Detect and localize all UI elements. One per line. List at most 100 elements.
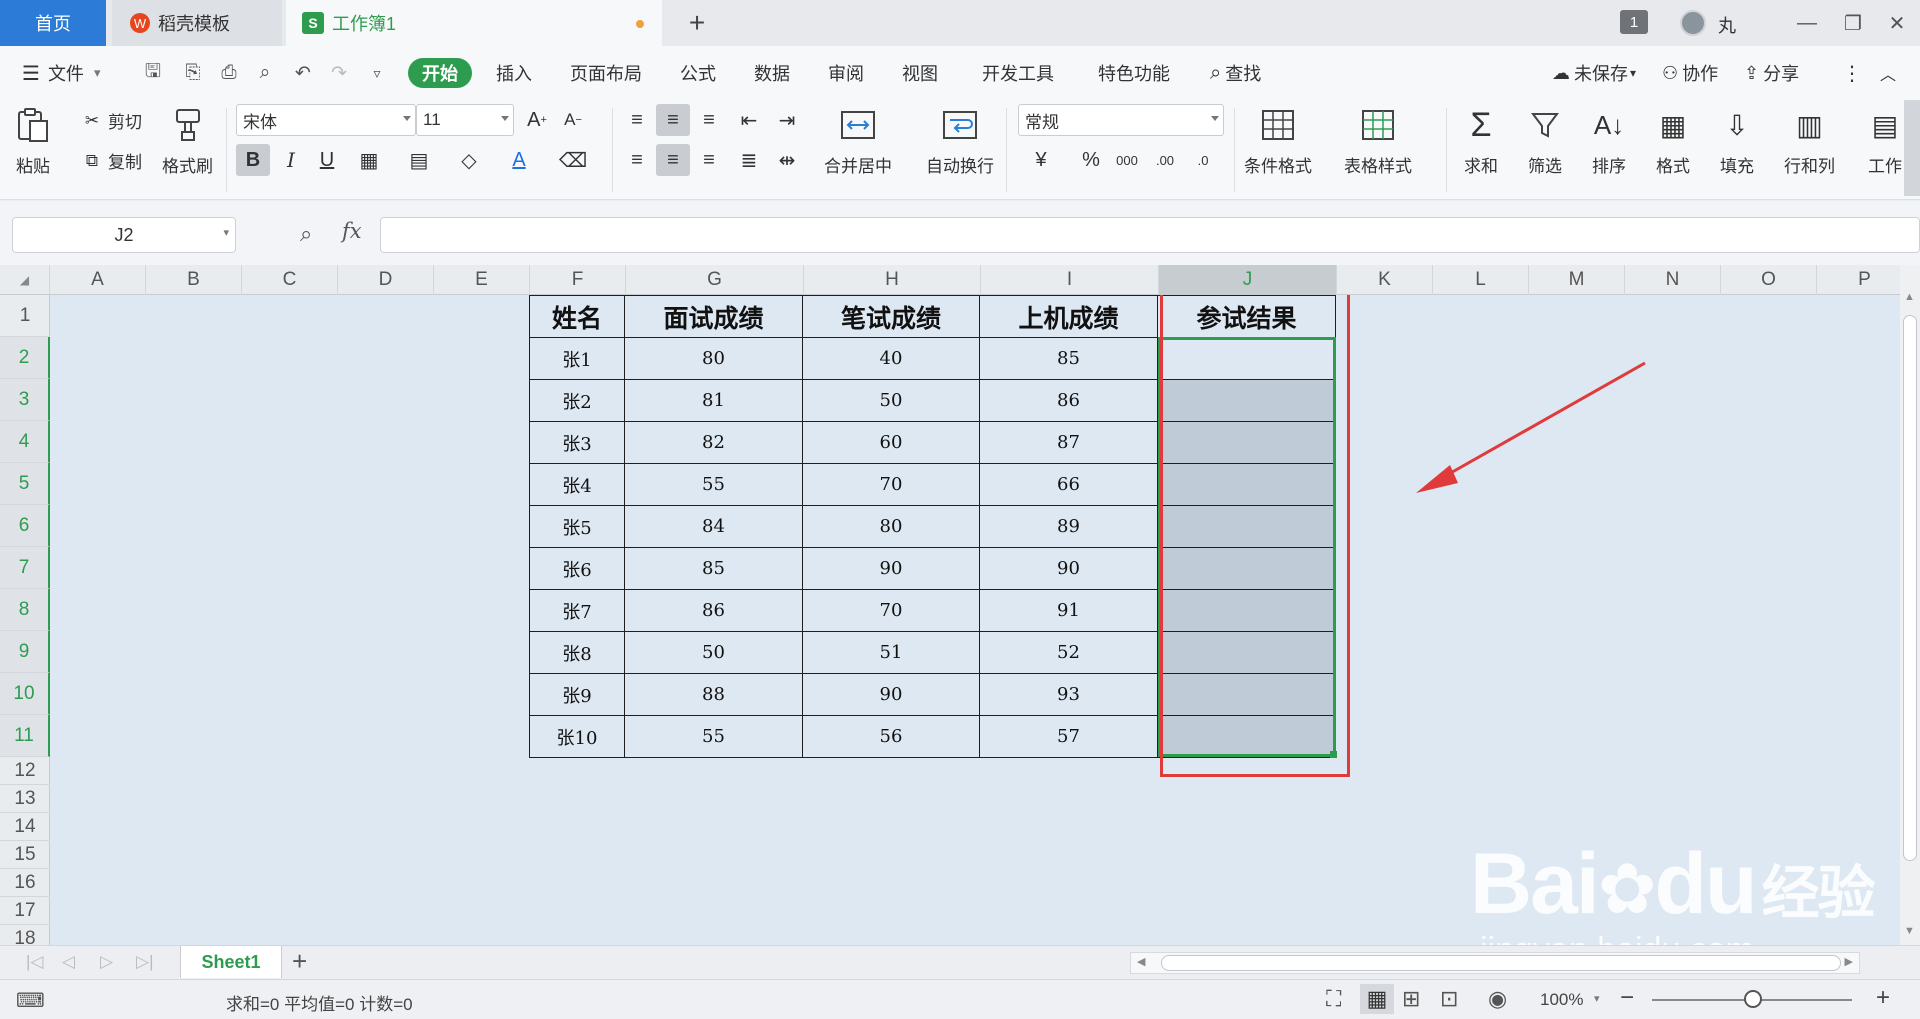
add-sheet-button[interactable]: +	[292, 946, 307, 977]
column-header-a[interactable]: A	[50, 265, 146, 295]
table-cell[interactable]: 60	[802, 421, 980, 464]
undo-icon[interactable]: ↶	[290, 60, 316, 86]
page-break-view-icon[interactable]: ⊞	[1402, 986, 1420, 1012]
font-color-icon[interactable]: A	[502, 144, 536, 176]
column-header-l[interactable]: L	[1433, 265, 1529, 295]
table-cell[interactable]: 张4	[529, 463, 625, 506]
column-header-g[interactable]: G	[626, 265, 804, 295]
align-bottom-icon[interactable]: ≡	[692, 104, 726, 136]
share-button[interactable]: ⇪ 分享	[1744, 58, 1799, 88]
export-icon[interactable]: ⎘	[180, 60, 206, 86]
ribbon-scrollbar[interactable]	[1904, 100, 1920, 196]
row-header-2[interactable]: 2	[0, 337, 50, 379]
table-cell[interactable]: 57	[979, 715, 1158, 758]
menu-developer[interactable]: 开发工具	[982, 58, 1054, 88]
row-header-15[interactable]: 15	[0, 841, 50, 869]
table-cell[interactable]: 张8	[529, 631, 625, 674]
table-cell[interactable]: 张10	[529, 715, 625, 758]
table-cell[interactable]: 87	[979, 421, 1158, 464]
minimize-icon[interactable]: —	[1790, 8, 1824, 38]
eye-protect-icon[interactable]: ◉	[1488, 986, 1507, 1012]
conditional-format-button[interactable]: 条件格式	[1244, 106, 1312, 177]
scroll-thumb[interactable]	[1903, 315, 1917, 861]
table-cell[interactable]: 80	[624, 337, 803, 380]
row-header-3[interactable]: 3	[0, 379, 50, 421]
underline-button[interactable]: U	[310, 144, 344, 176]
name-box[interactable]: J2 ▾	[12, 217, 236, 253]
align-left-icon[interactable]: ≡	[620, 144, 654, 176]
table-cell[interactable]: 91	[979, 589, 1158, 632]
customize-icon[interactable]: ▿	[364, 60, 390, 86]
row-header-14[interactable]: 14	[0, 813, 50, 841]
last-sheet-icon[interactable]: ▷|	[136, 952, 154, 972]
tab-count-badge[interactable]: 1	[1620, 10, 1648, 34]
tab-docer[interactable]: W 稻壳模板	[112, 0, 282, 46]
menu-special[interactable]: 特色功能	[1098, 58, 1170, 88]
row-header-16[interactable]: 16	[0, 869, 50, 897]
fill-button[interactable]: ⇩ 填充	[1718, 106, 1756, 177]
column-header-k[interactable]: K	[1337, 265, 1433, 295]
sheet-tab-sheet1[interactable]: Sheet1	[180, 946, 282, 978]
filter-button[interactable]: 筛选	[1526, 106, 1564, 177]
table-cell[interactable]: 70	[802, 463, 980, 506]
column-header-o[interactable]: O	[1721, 265, 1817, 295]
eraser-icon[interactable]: ⌫	[556, 144, 590, 176]
redo-icon[interactable]: ↷	[326, 60, 352, 86]
table-header-cell[interactable]: 面试成绩	[624, 295, 803, 338]
fullscreen-icon[interactable]: ⛶	[1326, 986, 1341, 1012]
table-cell[interactable]: 张6	[529, 547, 625, 590]
paste-button[interactable]: 粘贴	[14, 106, 52, 177]
align-right-icon[interactable]: ≡	[692, 144, 726, 176]
user-name[interactable]: 丸	[1718, 12, 1736, 38]
table-cell[interactable]: 86	[624, 589, 803, 632]
sheet-grid[interactable]: 姓名 面试成绩 笔试成绩 上机成绩 参试结果 张1 80 40 85 张2 81 50 86 张3 82 60…	[50, 295, 1900, 945]
collapse-ribbon-icon[interactable]: ︿	[1880, 58, 1896, 88]
row-header-6[interactable]: 6	[0, 505, 50, 547]
wrap-text-button[interactable]: 自动换行	[926, 106, 994, 177]
row-header-12[interactable]: 12	[0, 757, 50, 785]
table-cell[interactable]: 55	[624, 463, 803, 506]
row-header-10[interactable]: 10	[0, 673, 50, 715]
fill-color-icon[interactable]: ◇	[452, 144, 486, 176]
table-cell[interactable]: 张9	[529, 673, 625, 716]
column-header-c[interactable]: C	[242, 265, 338, 295]
first-sheet-icon[interactable]: |◁	[26, 952, 44, 972]
decrease-font-icon[interactable]: A −	[556, 104, 590, 136]
decrease-decimal-icon[interactable]: .0	[1186, 144, 1220, 176]
column-header-p[interactable]: P	[1817, 265, 1913, 295]
bold-button[interactable]: B	[236, 144, 270, 176]
row-col-button[interactable]: ▥ 行和列	[1784, 106, 1835, 177]
worksheet-button[interactable]: ▤ 工作	[1866, 106, 1904, 177]
sort-button[interactable]: A↓ 排序	[1590, 106, 1628, 177]
cut-button[interactable]: ✂ 剪切	[80, 108, 142, 133]
unsaved-button[interactable]: ☁ 未保存 ▾	[1552, 58, 1636, 88]
page-layout-view-icon[interactable]: ⊡	[1440, 986, 1458, 1012]
horizontal-scrollbar[interactable]: ◀ ▶	[1130, 952, 1860, 974]
zoom-out-button[interactable]: −	[1620, 984, 1634, 1012]
table-cell[interactable]: 张3	[529, 421, 625, 464]
scroll-up-icon[interactable]: ▲	[1904, 291, 1915, 303]
avatar[interactable]	[1680, 10, 1706, 36]
table-cell[interactable]: 85	[979, 337, 1158, 380]
tab-home[interactable]: 首页	[0, 0, 106, 46]
merge-center-button[interactable]: 合并居中	[824, 106, 892, 177]
table-header-cell[interactable]: 上机成绩	[979, 295, 1158, 338]
table-cell[interactable]: 86	[979, 379, 1158, 422]
table-cell[interactable]: 52	[979, 631, 1158, 674]
row-header-11[interactable]: 11	[0, 715, 50, 757]
row-header-13[interactable]: 13	[0, 785, 50, 813]
collab-button[interactable]: ⚇ 协作	[1662, 58, 1718, 88]
increase-font-icon[interactable]: A +	[520, 104, 554, 136]
zoom-slider-thumb[interactable]	[1744, 990, 1762, 1008]
table-style-button[interactable]: 表格样式	[1344, 106, 1412, 177]
number-format-select[interactable]: 常规	[1018, 104, 1224, 136]
table-cell[interactable]: 66	[979, 463, 1158, 506]
column-header-m[interactable]: M	[1529, 265, 1625, 295]
scroll-right-icon[interactable]: ▶	[1845, 955, 1853, 968]
increase-indent-icon[interactable]: ⇥	[770, 104, 804, 136]
row-header-9[interactable]: 9	[0, 631, 50, 673]
copy-button[interactable]: ⧉ 复制	[80, 148, 142, 173]
menu-page-layout[interactable]: 页面布局	[570, 58, 642, 88]
column-header-n[interactable]: N	[1625, 265, 1721, 295]
next-sheet-icon[interactable]: ▷	[100, 952, 113, 972]
